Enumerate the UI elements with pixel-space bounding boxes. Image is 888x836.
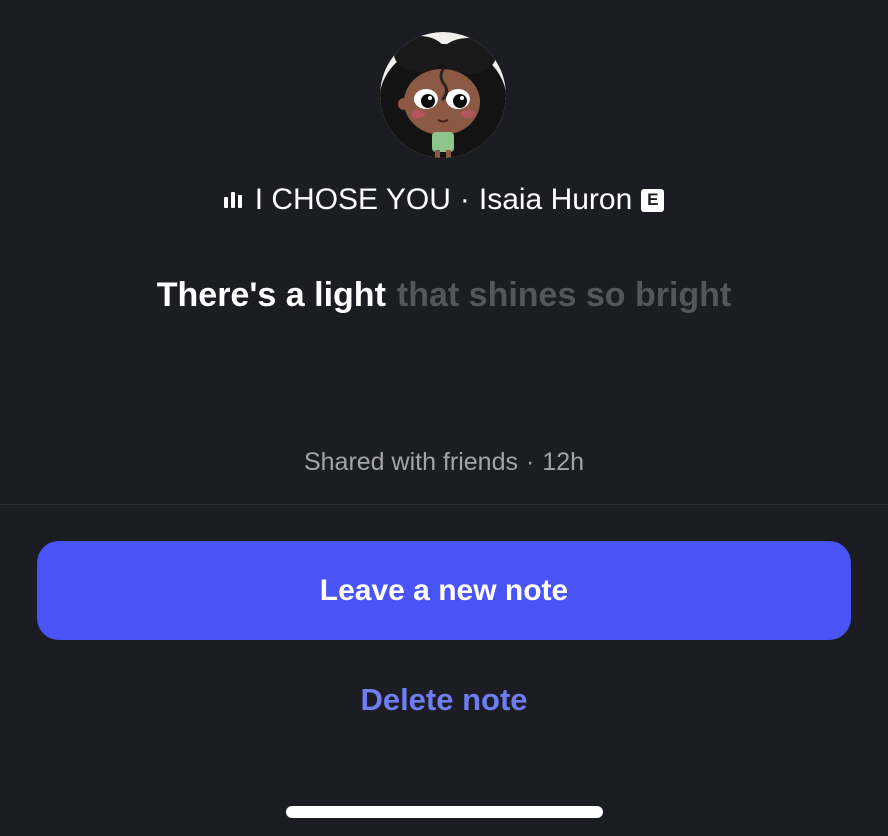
avatar-illustration bbox=[380, 32, 506, 158]
shared-status: Shared with friends · 12h bbox=[0, 444, 888, 480]
lyric-upcoming-text: that shines so bright bbox=[396, 275, 732, 314]
shared-audience: Shared with friends bbox=[303, 447, 518, 476]
lyric-line: There's a light that shines so bright bbox=[0, 270, 888, 320]
divider bbox=[0, 504, 888, 505]
note-detail-sheet: I CHOSE YOU · Isaia Huron E There's a li… bbox=[0, 0, 888, 836]
playing-bars-icon bbox=[223, 192, 242, 208]
delete-note-button[interactable]: Delete note bbox=[0, 678, 888, 722]
lyric-sung-text: There's a light bbox=[156, 275, 386, 314]
explicit-badge: E bbox=[641, 188, 665, 212]
song-artist: Isaia Huron bbox=[478, 183, 633, 216]
shared-separator: · bbox=[525, 447, 535, 476]
song-info[interactable]: I CHOSE YOU · Isaia Huron E bbox=[0, 178, 888, 222]
song-title: I CHOSE YOU bbox=[254, 183, 451, 216]
home-indicator[interactable] bbox=[286, 806, 603, 818]
avatar bbox=[380, 32, 506, 158]
shared-age: 12h bbox=[542, 447, 585, 476]
song-separator: · bbox=[459, 183, 470, 216]
leave-new-note-button[interactable]: Leave a new note bbox=[37, 541, 851, 640]
